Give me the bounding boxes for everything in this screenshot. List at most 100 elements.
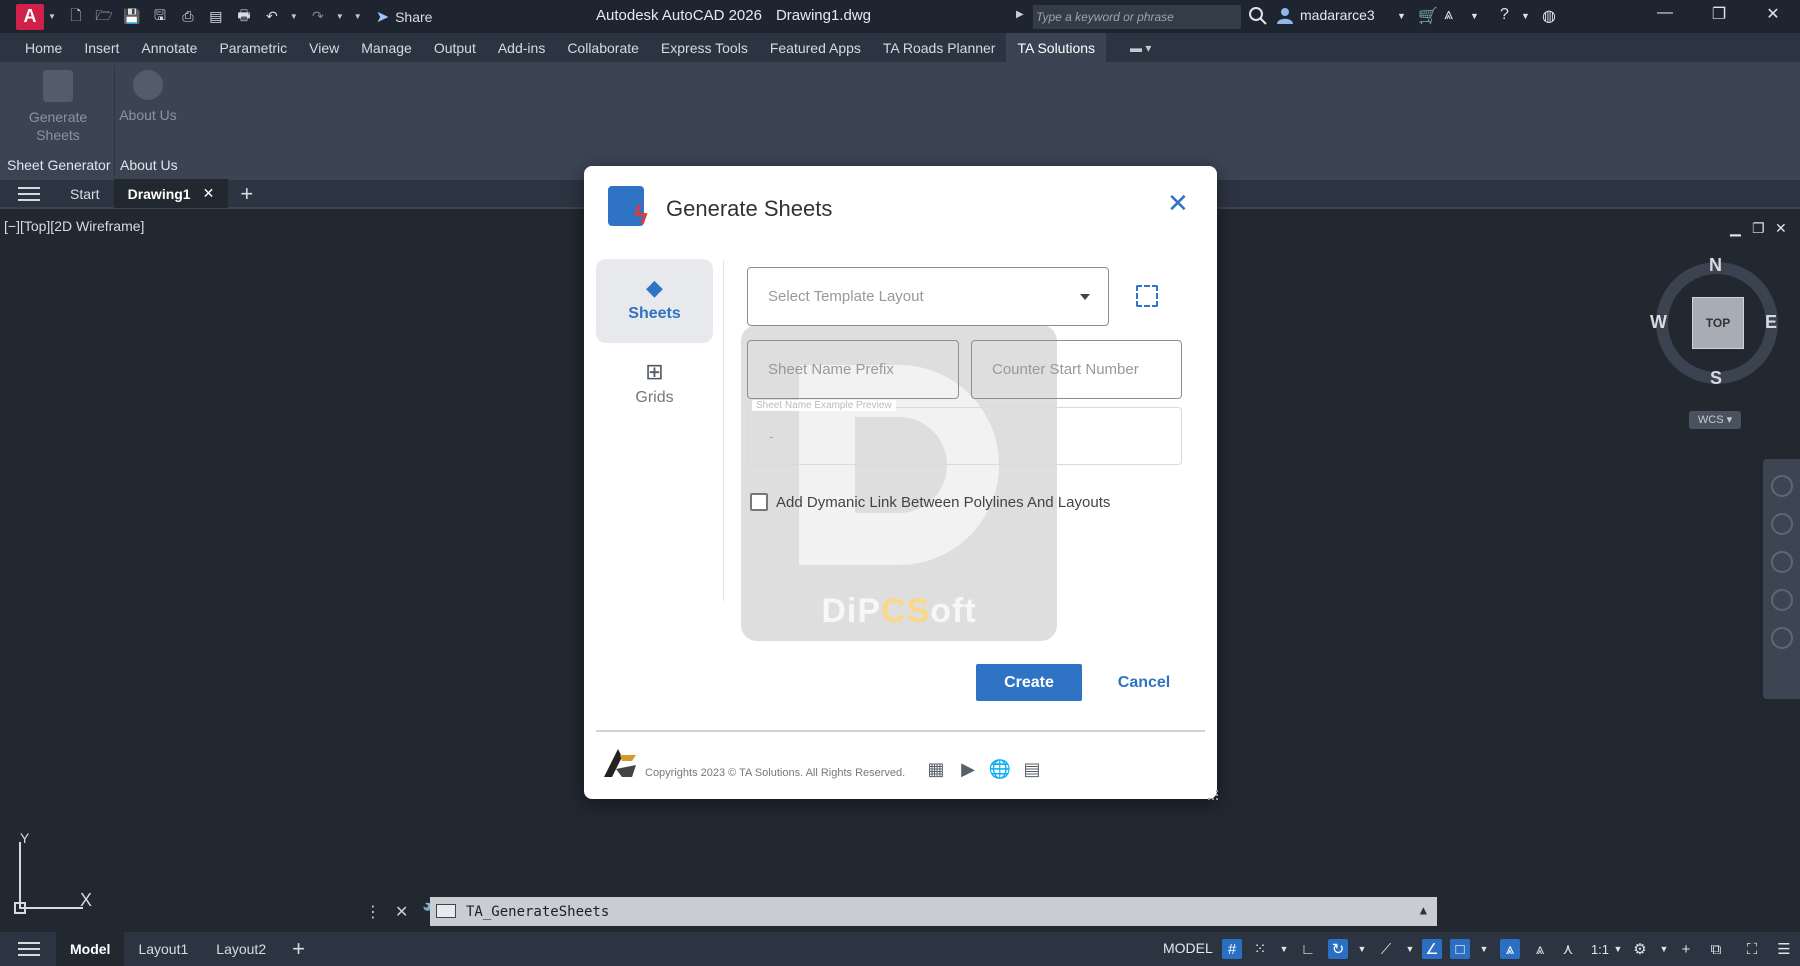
steering-wheel-icon[interactable] xyxy=(1770,475,1793,497)
annotation-visibility-icon[interactable]: ⩓ xyxy=(1500,939,1520,959)
command-prompt-icon[interactable] xyxy=(436,904,456,918)
layout-tabs-menu-icon[interactable] xyxy=(18,942,40,956)
command-line-close-icon[interactable]: ✕ xyxy=(395,902,408,922)
search-expand-icon[interactable]: ▶ xyxy=(1016,9,1024,20)
viewport-restore-icon[interactable]: ❐ xyxy=(1752,220,1765,237)
layout-tab-layout2[interactable]: Layout2 xyxy=(202,932,280,966)
ortho-mode-icon[interactable]: ∟ xyxy=(1298,939,1318,959)
isometric-drafting-icon[interactable]: ⟋ xyxy=(1376,939,1396,959)
user-account[interactable]: madararce3 xyxy=(1276,6,1375,24)
tab-start[interactable]: Start xyxy=(56,179,114,208)
undo-chevron-icon[interactable]: ▼ xyxy=(290,12,298,21)
nav-sheets[interactable]: ◆ Sheets xyxy=(596,259,713,343)
viewport-close-icon[interactable]: ✕ xyxy=(1775,220,1787,237)
wcs-menu[interactable]: WCS ▾ xyxy=(1689,411,1741,429)
website-globe-icon[interactable]: 🌐 xyxy=(988,757,1012,781)
linkedin-icon[interactable]: ▦ xyxy=(924,757,948,781)
object-snap-icon[interactable]: □ xyxy=(1450,939,1470,959)
tab-drawing1[interactable]: Drawing1 ✕ xyxy=(113,179,229,208)
compass-east[interactable]: E xyxy=(1765,312,1777,333)
tab-view[interactable]: View xyxy=(298,33,350,62)
command-history-chevron-icon[interactable]: ▲ xyxy=(1420,903,1427,917)
pan-icon[interactable] xyxy=(1770,513,1793,535)
help-chevron-icon[interactable]: ▼ xyxy=(1521,11,1530,21)
cart-icon[interactable]: 🛒 xyxy=(1418,6,1438,26)
search-icon[interactable] xyxy=(1248,6,1268,26)
grid-display-icon[interactable]: # xyxy=(1222,939,1242,959)
tab-output[interactable]: Output xyxy=(423,33,487,62)
clean-screen-icon[interactable]: ⛶ xyxy=(1742,939,1762,959)
search-input[interactable]: Type a keyword or phrase xyxy=(1033,5,1241,29)
customization-menu-icon[interactable]: ☰ xyxy=(1774,939,1794,959)
share-button[interactable]: ➤ Share xyxy=(376,7,433,27)
isometric-chevron-icon[interactable]: ▼ xyxy=(1400,939,1420,959)
user-chevron-icon[interactable]: ▼ xyxy=(1397,11,1406,21)
tab-express-tools[interactable]: Express Tools xyxy=(650,33,759,62)
about-us-button[interactable]: About Us xyxy=(116,70,180,124)
isolate-objects-icon[interactable]: ⧉ xyxy=(1706,939,1726,959)
tab-featured-apps[interactable]: Featured Apps xyxy=(759,33,872,62)
dynamic-link-checkbox[interactable] xyxy=(750,493,768,511)
snap-mode-icon[interactable]: ⁙ xyxy=(1250,939,1270,959)
file-tabs-menu-icon[interactable] xyxy=(18,186,40,201)
object-snap-tracking-icon[interactable]: ∠ xyxy=(1422,939,1442,959)
compass-west[interactable]: W xyxy=(1650,312,1667,333)
save-as-icon[interactable]: 🖫 xyxy=(151,7,169,26)
print-icon[interactable]: 🖶 xyxy=(235,7,253,26)
export-icon[interactable]: ⎙ xyxy=(179,8,197,26)
close-window-icon[interactable]: ✕ xyxy=(1760,4,1786,28)
autocad-logo-icon[interactable]: A xyxy=(16,3,44,30)
generate-sheets-button[interactable]: Generate Sheets xyxy=(18,70,98,144)
dialog-resize-grip-icon[interactable] xyxy=(1208,790,1218,800)
showmotion-icon[interactable] xyxy=(1770,627,1793,649)
restore-icon[interactable]: ❐ xyxy=(1706,4,1732,28)
viewport-minimize-icon[interactable]: ▁ xyxy=(1730,220,1741,237)
save-icon[interactable]: 💾 xyxy=(123,8,141,26)
store-icon[interactable]: ▤ xyxy=(1020,757,1044,781)
tab-annotate[interactable]: Annotate xyxy=(130,33,208,62)
template-layout-select[interactable]: Select Template Layout xyxy=(747,267,1109,326)
counter-start-number-input[interactable]: Counter Start Number xyxy=(971,340,1182,399)
tab-ta-solutions[interactable]: TA Solutions xyxy=(1006,33,1107,62)
tab-manage[interactable]: Manage xyxy=(350,33,423,62)
create-button[interactable]: Create xyxy=(976,664,1082,701)
orbit-icon[interactable] xyxy=(1770,589,1793,611)
viewport-controls-label[interactable]: [−][Top][2D Wireframe] xyxy=(4,218,144,234)
workspace-gear-icon[interactable]: ⚙ xyxy=(1630,939,1650,959)
publish-icon[interactable]: ▤ xyxy=(207,8,225,26)
sheet-name-prefix-input[interactable]: Sheet Name Prefix xyxy=(747,340,959,399)
tab-add-ins[interactable]: Add-ins xyxy=(487,33,556,62)
tab-collaborate[interactable]: Collaborate xyxy=(556,33,650,62)
command-line-input[interactable]: TA_GenerateSheets ▲ xyxy=(430,897,1437,926)
autodesk-a-icon[interactable]: ⩓ xyxy=(1444,6,1453,24)
ribbon-display-toggle-icon[interactable]: ▬ ▾ xyxy=(1130,41,1151,55)
object-snap-chevron-icon[interactable]: ▼ xyxy=(1474,939,1494,959)
app-menu-chevron-icon[interactable]: ▼ xyxy=(48,12,56,21)
feedback-icon[interactable]: ◍ xyxy=(1542,6,1556,26)
cancel-button[interactable]: Cancel xyxy=(1096,664,1192,701)
select-area-icon[interactable] xyxy=(1136,285,1158,307)
tab-parametric[interactable]: Parametric xyxy=(208,33,298,62)
compass-north[interactable]: N xyxy=(1709,255,1722,276)
model-space-toggle[interactable]: MODEL xyxy=(1163,940,1213,956)
workspace-chevron-icon[interactable]: ▼ xyxy=(1654,939,1674,959)
tab-home[interactable]: Home xyxy=(14,33,73,62)
annotation-monitor-plus-icon[interactable]: + xyxy=(1676,939,1696,959)
youtube-icon[interactable]: ▶ xyxy=(956,757,980,781)
minimize-icon[interactable]: — xyxy=(1652,4,1678,28)
dynamic-link-label[interactable]: Add Dymanic Link Between Polylines And L… xyxy=(776,494,1110,511)
redo-icon[interactable]: ↷ xyxy=(309,8,327,26)
viewcube-top-face[interactable]: TOP xyxy=(1692,297,1744,349)
polar-tracking-icon[interactable]: ↻ xyxy=(1328,939,1348,959)
snap-chevron-icon[interactable]: ▼ xyxy=(1274,939,1294,959)
scale-chevron-icon[interactable]: ▼ xyxy=(1608,939,1628,959)
auto-scale-icon[interactable]: ⩓ xyxy=(1530,939,1550,959)
close-tab-icon[interactable]: ✕ xyxy=(203,185,215,202)
redo-chevron-icon[interactable]: ▼ xyxy=(336,12,344,21)
open-folder-icon[interactable]: 🗁 xyxy=(95,7,113,26)
command-line-grip-icon[interactable]: ⋮ xyxy=(365,902,381,922)
new-tab-icon[interactable]: + xyxy=(240,181,253,207)
tab-insert[interactable]: Insert xyxy=(73,33,130,62)
autodesk-chevron-icon[interactable]: ▼ xyxy=(1470,11,1479,21)
layout-tab-model[interactable]: Model xyxy=(56,932,125,966)
